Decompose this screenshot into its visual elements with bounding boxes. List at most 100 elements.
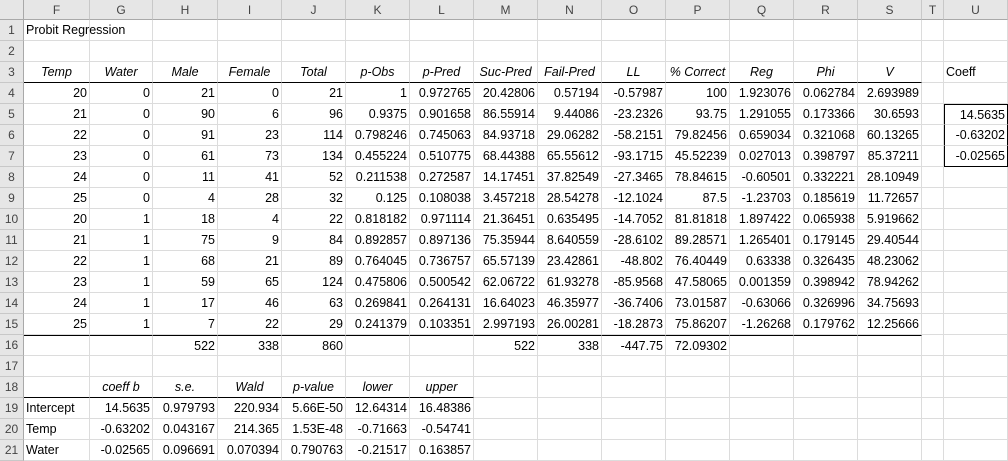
- cell[interactable]: [922, 20, 944, 41]
- data-cell[interactable]: -0.57987: [602, 83, 666, 104]
- cell[interactable]: [922, 104, 944, 125]
- total-ll[interactable]: -447.75: [602, 335, 666, 356]
- cell[interactable]: [474, 377, 538, 398]
- data-cell[interactable]: 61: [153, 146, 218, 167]
- stats-value[interactable]: 14.5635: [90, 398, 153, 419]
- data-cell[interactable]: 23: [218, 125, 282, 146]
- data-cell[interactable]: 86.55914: [474, 104, 538, 125]
- cell[interactable]: [218, 41, 282, 62]
- cell[interactable]: [346, 41, 410, 62]
- data-cell[interactable]: 0: [90, 146, 153, 167]
- column-label-water[interactable]: Water: [90, 62, 153, 83]
- cell[interactable]: [944, 209, 1008, 230]
- cell[interactable]: [858, 356, 922, 377]
- data-cell[interactable]: 0.001359: [730, 272, 794, 293]
- data-cell[interactable]: 52: [282, 167, 346, 188]
- cell[interactable]: [730, 377, 794, 398]
- column-label--correct[interactable]: % Correct: [666, 62, 730, 83]
- cell[interactable]: [922, 188, 944, 209]
- data-cell[interactable]: 75.35944: [474, 230, 538, 251]
- row-header-4[interactable]: 4: [0, 83, 24, 104]
- cell[interactable]: [794, 20, 858, 41]
- data-cell[interactable]: 0.179762: [794, 314, 858, 335]
- cell[interactable]: [922, 41, 944, 62]
- data-cell[interactable]: 0.455224: [346, 146, 410, 167]
- data-cell[interactable]: 9: [218, 230, 282, 251]
- data-cell[interactable]: -14.7052: [602, 209, 666, 230]
- data-cell[interactable]: 0.125: [346, 188, 410, 209]
- cell[interactable]: [922, 272, 944, 293]
- data-cell[interactable]: 5.919662: [858, 209, 922, 230]
- data-cell[interactable]: 0.108038: [410, 188, 474, 209]
- data-cell[interactable]: 91: [153, 125, 218, 146]
- data-cell[interactable]: 0.901658: [410, 104, 474, 125]
- cell[interactable]: [730, 335, 794, 356]
- row-header-9[interactable]: 9: [0, 188, 24, 209]
- data-cell[interactable]: 0.326996: [794, 293, 858, 314]
- data-cell[interactable]: 61.93278: [538, 272, 602, 293]
- sheet-title[interactable]: Probit Regression: [24, 20, 125, 41]
- data-cell[interactable]: 100: [666, 83, 730, 104]
- data-cell[interactable]: 0.635495: [538, 209, 602, 230]
- cell[interactable]: [794, 335, 858, 356]
- cell[interactable]: [538, 41, 602, 62]
- stats-row-label[interactable]: Intercept: [24, 398, 90, 419]
- cell[interactable]: [410, 20, 474, 41]
- data-cell[interactable]: 0.211538: [346, 167, 410, 188]
- column-header-l[interactable]: L: [410, 0, 474, 20]
- data-cell[interactable]: -18.2873: [602, 314, 666, 335]
- column-header-p[interactable]: P: [666, 0, 730, 20]
- cell[interactable]: [346, 20, 410, 41]
- data-cell[interactable]: 1.291055: [730, 104, 794, 125]
- stats-header-wald[interactable]: Wald: [218, 377, 282, 398]
- data-cell[interactable]: 22: [24, 251, 90, 272]
- data-cell[interactable]: -48.802: [602, 251, 666, 272]
- data-cell[interactable]: 124: [282, 272, 346, 293]
- cell[interactable]: [858, 335, 922, 356]
- data-cell[interactable]: 114: [282, 125, 346, 146]
- data-cell[interactable]: -0.63066: [730, 293, 794, 314]
- cell[interactable]: [944, 230, 1008, 251]
- data-cell[interactable]: 78.94262: [858, 272, 922, 293]
- data-cell[interactable]: -1.26268: [730, 314, 794, 335]
- cell[interactable]: [858, 20, 922, 41]
- data-cell[interactable]: 22: [218, 314, 282, 335]
- data-cell[interactable]: 0.500542: [410, 272, 474, 293]
- row-header-18[interactable]: 18: [0, 377, 24, 398]
- data-cell[interactable]: 1.265401: [730, 230, 794, 251]
- data-cell[interactable]: 0.764045: [346, 251, 410, 272]
- cell[interactable]: [944, 41, 1008, 62]
- stats-value[interactable]: 1.53E-48: [282, 419, 346, 440]
- cell[interactable]: [794, 356, 858, 377]
- data-cell[interactable]: 1: [90, 251, 153, 272]
- column-header-k[interactable]: K: [346, 0, 410, 20]
- data-cell[interactable]: 0.475806: [346, 272, 410, 293]
- stats-value[interactable]: -0.63202: [90, 419, 153, 440]
- cell[interactable]: [602, 398, 666, 419]
- row-header-6[interactable]: 6: [0, 125, 24, 146]
- cell[interactable]: [153, 41, 218, 62]
- stats-header-upper[interactable]: upper: [410, 377, 474, 398]
- data-cell[interactable]: 1: [90, 230, 153, 251]
- data-cell[interactable]: -27.3465: [602, 167, 666, 188]
- cell[interactable]: [538, 377, 602, 398]
- data-cell[interactable]: 0.321068: [794, 125, 858, 146]
- cell[interactable]: [922, 293, 944, 314]
- cell[interactable]: [922, 335, 944, 356]
- column-label-v[interactable]: V: [858, 62, 922, 83]
- data-cell[interactable]: 28: [218, 188, 282, 209]
- column-header-t[interactable]: T: [922, 0, 944, 20]
- cell[interactable]: [794, 398, 858, 419]
- column-header-g[interactable]: G: [90, 0, 153, 20]
- cell[interactable]: [90, 356, 153, 377]
- stats-value[interactable]: 0.979793: [153, 398, 218, 419]
- cell[interactable]: [730, 41, 794, 62]
- data-cell[interactable]: 73.01587: [666, 293, 730, 314]
- cell[interactable]: [666, 377, 730, 398]
- coeff-label[interactable]: Coeff: [944, 62, 1008, 83]
- stats-value[interactable]: 220.934: [218, 398, 282, 419]
- cell[interactable]: [666, 419, 730, 440]
- cell[interactable]: [944, 251, 1008, 272]
- cell[interactable]: [282, 20, 346, 41]
- data-cell[interactable]: 85.37211: [858, 146, 922, 167]
